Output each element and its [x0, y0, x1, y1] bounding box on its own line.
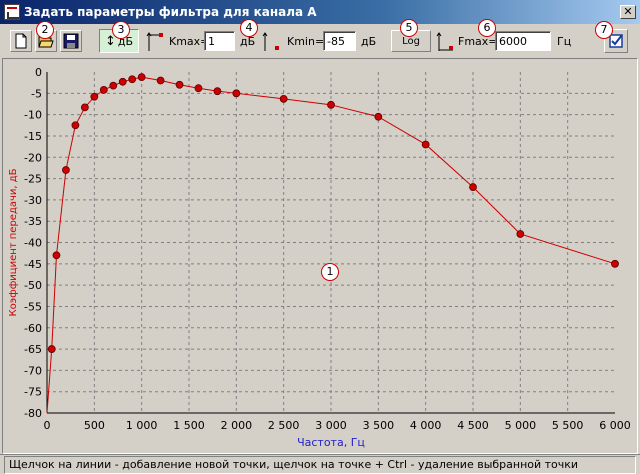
data-point[interactable]: [52, 251, 61, 260]
chart-panel: 0 500 1 000 1 500 2 000 2 500 3 000 3 500 4 000 4…: [2, 58, 638, 454]
x-tick-label: 5 500: [552, 419, 584, 432]
y-tick-label: -5: [31, 87, 42, 100]
data-point[interactable]: [327, 100, 335, 109]
x-tick-label: 4 500: [457, 419, 489, 432]
x-tick-label: 2 500: [268, 419, 300, 432]
data-point[interactable]: [90, 92, 99, 101]
x-tick-label: 3 500: [363, 419, 395, 432]
x-tick-label: 6 000: [599, 419, 631, 432]
save-disk-icon: [63, 33, 79, 49]
y-tick-label: -60: [24, 322, 42, 335]
new-file-icon: [15, 33, 27, 49]
frequency-response-chart[interactable]: 0 500 1 000 1 500 2 000 2 500 3 000 3 500 4 000 4…: [3, 59, 637, 453]
fmax-axis-icon: [436, 32, 453, 51]
callout-marker-6: 6: [478, 19, 496, 37]
x-tick-label: 4 000: [410, 419, 442, 432]
title-bar: Задать параметры фильтра для канала А ✕: [0, 0, 640, 24]
fmax-input[interactable]: [495, 31, 551, 51]
data-point[interactable]: [213, 87, 222, 96]
save-button[interactable]: [60, 30, 82, 52]
data-point[interactable]: [516, 230, 525, 238]
x-tick-label: 2 000: [221, 419, 253, 432]
data-point[interactable]: [71, 121, 80, 130]
fmax-unit: Гц: [557, 35, 572, 48]
y-tick-label: -55: [24, 300, 42, 313]
kmin-label: Kmin=: [287, 35, 325, 48]
data-point[interactable]: [99, 86, 108, 94]
y-tick-label: -35: [24, 215, 42, 228]
data-point[interactable]: [128, 75, 137, 84]
y-tick-label: -25: [24, 173, 42, 186]
callout-marker-5: 5: [400, 19, 418, 37]
kmax-axis-icon: [146, 32, 163, 51]
data-point[interactable]: [374, 112, 383, 121]
data-point[interactable]: [194, 84, 203, 93]
y-tick-label: -65: [24, 343, 42, 356]
kmin-input[interactable]: [323, 31, 356, 51]
fmax-label: Fmax=: [458, 35, 498, 48]
toolbar: ↕ дБ Kmax= дБ Kmin= дБ Log Fmax= Гц: [0, 24, 640, 58]
data-point[interactable]: [611, 259, 619, 268]
callout-marker-3: 3: [112, 21, 130, 39]
y-tick-label: -70: [24, 364, 42, 377]
kmax-input[interactable]: [204, 31, 235, 51]
x-tick-label: 0: [44, 419, 51, 432]
data-point[interactable]: [156, 76, 165, 85]
y-axis-label: Коэффициент передачи, дБ: [8, 168, 19, 316]
data-point[interactable]: [47, 345, 56, 353]
y-tick-label: -30: [24, 194, 42, 207]
data-point[interactable]: [137, 73, 146, 82]
callout-marker-7: 7: [595, 21, 613, 39]
kmin-unit: дБ: [361, 35, 377, 48]
y-tick-label: -80: [24, 407, 42, 420]
callout-marker-2: 2: [36, 21, 54, 39]
data-point[interactable]: [109, 81, 118, 90]
x-tick-label: 1 500: [173, 419, 205, 432]
data-point[interactable]: [469, 183, 477, 191]
x-axis-label: Частота, Гц: [297, 436, 365, 449]
kmin-axis-icon: [262, 32, 279, 51]
y-tick-label: -45: [24, 258, 42, 271]
data-point[interactable]: [232, 89, 241, 98]
x-tick-label: 5 000: [505, 419, 537, 432]
data-point[interactable]: [421, 140, 430, 149]
new-file-button[interactable]: [10, 30, 32, 52]
data-point[interactable]: [118, 77, 127, 86]
y-tick-label: -40: [24, 237, 42, 250]
y-tick-label: -15: [24, 130, 42, 143]
data-point[interactable]: [62, 166, 70, 174]
y-tick-label: 0: [35, 66, 42, 79]
callout-marker-4: 4: [240, 19, 258, 37]
data-point[interactable]: [175, 80, 184, 89]
data-point[interactable]: [279, 94, 288, 103]
window-title: Задать параметры фильтра для канала А: [24, 5, 317, 19]
x-tick-label: 500: [84, 419, 105, 432]
y-tick-label: -10: [24, 109, 42, 122]
app-icon: [4, 4, 20, 20]
close-button[interactable]: ✕: [620, 5, 636, 19]
y-tick-label: -75: [24, 386, 42, 399]
y-tick-label: -20: [24, 151, 42, 164]
x-tick-label: 3 000: [315, 419, 347, 432]
status-bar: Щелчок на линии - добавление новой точки…: [0, 454, 640, 474]
log-label: Log: [402, 35, 420, 47]
y-tick-label: -50: [24, 279, 42, 292]
callout-marker-1: 1: [321, 263, 339, 281]
status-text: Щелчок на линии - добавление новой точки…: [4, 455, 636, 474]
data-point[interactable]: [80, 103, 89, 112]
x-tick-label: 1 000: [126, 419, 158, 432]
